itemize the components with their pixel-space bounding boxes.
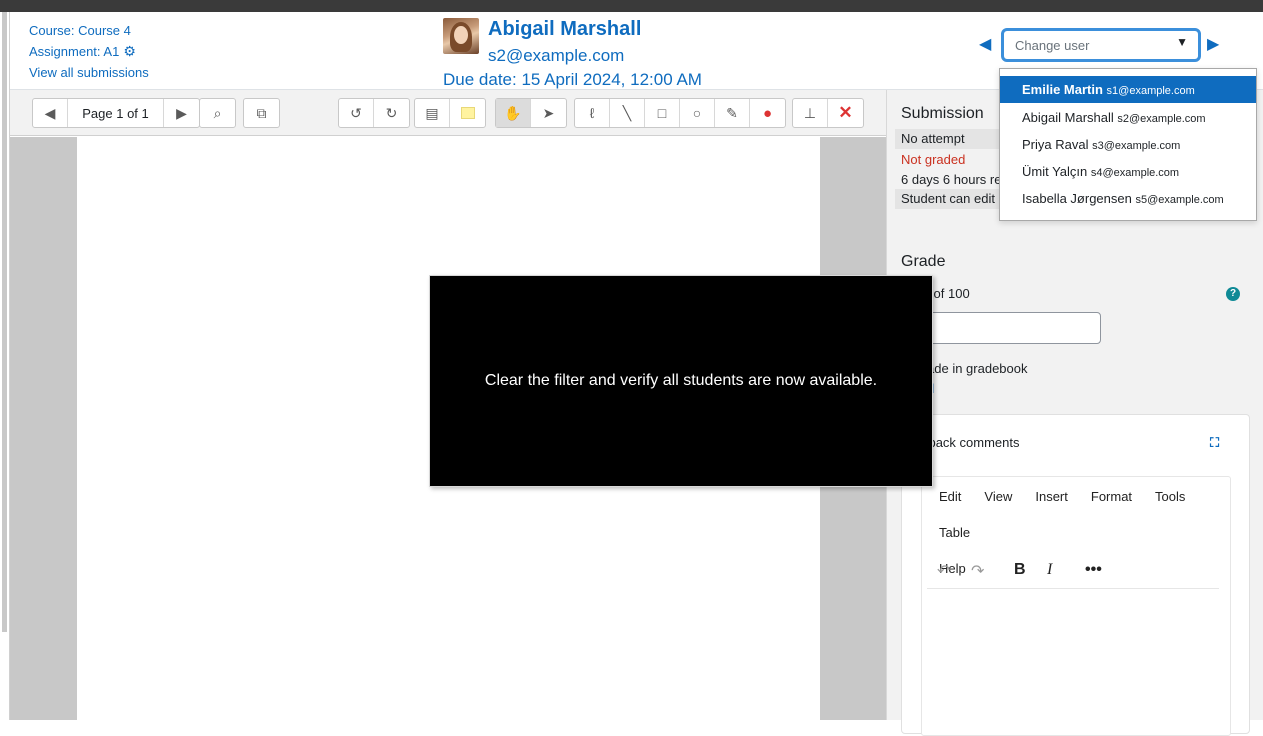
select-tools-group: ✋ ➤ [495, 98, 567, 128]
change-user-dropdown[interactable]: Emilie Martin s1@example.com Abigail Mar… [999, 68, 1257, 221]
change-user-placeholder: Change user [1015, 38, 1090, 53]
annotation-toolbar: ◀ Page 1 of 1 ▶ ⌕ ⧉ ↺ ↻ ▤ ✋ ➤ ℓ ╲ □ ○ ✎ … [10, 90, 886, 136]
line-icon[interactable]: ╲ [610, 99, 645, 127]
user-email[interactable]: s2@example.com [488, 46, 624, 66]
help-icon[interactable]: ? [1226, 287, 1240, 301]
scrollbar-track[interactable] [2, 12, 7, 632]
menu-edit[interactable]: Edit [939, 489, 961, 504]
fullscreen-icon[interactable]: ⛶ [1210, 435, 1219, 451]
page-navigation: ◀ Page 1 of 1 ▶ [32, 98, 200, 128]
stamp-icon[interactable]: ⊥ [793, 99, 828, 127]
course-link[interactable]: Course: Course 4 [29, 20, 149, 41]
italic-icon[interactable]: I [1047, 561, 1052, 579]
next-page-button[interactable]: ▶ [164, 99, 199, 127]
due-date: Due date: 15 April 2024, 12:00 AM [443, 70, 702, 89]
user-option-1[interactable]: Emilie Martin s1@example.com [1000, 76, 1256, 103]
menu-tools[interactable]: Tools [1155, 489, 1185, 504]
view-all-submissions-link[interactable]: View all submissions [29, 62, 149, 83]
rich-text-editor[interactable]: Edit View Insert Format ToolsTable Help ↶ ↷ B… [921, 476, 1231, 736]
expand-icon[interactable]: ⧉ [244, 99, 279, 127]
avatar [443, 18, 479, 54]
user-option-name: Isabella Jørgensen [1022, 191, 1132, 206]
user-option-email: s5@example.com [1135, 194, 1224, 206]
undo-icon[interactable]: ↶ [937, 561, 950, 581]
rotate-group: ↺ ↻ [338, 98, 410, 128]
yellow-swatch-icon [460, 107, 475, 119]
stamp-group: ⊥ ✕ [792, 98, 864, 128]
draw-tools-group: ℓ ╲ □ ○ ✎ ● [574, 98, 786, 128]
user-option-name: Emilie Martin [1022, 82, 1103, 97]
menu-insert[interactable]: Insert [1035, 489, 1068, 504]
instruction-text: Clear the filter and verify all students… [484, 372, 878, 389]
expand-group: ⧉ [243, 98, 280, 128]
select-pointer-icon[interactable]: ➤ [531, 99, 566, 127]
menu-table[interactable]: Table [939, 525, 970, 540]
menu-view[interactable]: View [984, 489, 1012, 504]
submission-heading: Submission [901, 105, 984, 122]
search-comments-icon[interactable]: ⌕ [200, 99, 235, 127]
previous-user-icon[interactable]: ◀ [979, 34, 991, 54]
user-option-email: s1@example.com [1106, 85, 1195, 97]
user-option-3[interactable]: Priya Raval s3@example.com [1000, 131, 1256, 158]
chevron-down-icon[interactable]: ▼ [1176, 35, 1188, 49]
pen-icon[interactable]: ℓ [575, 99, 610, 127]
comment-icon[interactable]: ▤ [415, 99, 450, 127]
oval-icon[interactable]: ○ [680, 99, 715, 127]
rectangle-icon[interactable]: □ [645, 99, 680, 127]
time-remaining: 6 days 6 hours re [901, 172, 1002, 187]
pan-hand-icon[interactable]: ✋ [496, 99, 531, 127]
user-name[interactable]: Abigail Marshall [488, 18, 641, 41]
user-option-name: Ümit Yalçın [1022, 164, 1088, 179]
rotate-right-icon[interactable]: ↻ [374, 99, 409, 127]
more-icon[interactable]: ••• [1085, 561, 1102, 579]
breadcrumb: Course: Course 4 Assignment: A1 ⚙ View al… [29, 20, 149, 83]
menu-format[interactable]: Format [1091, 489, 1132, 504]
gear-icon[interactable]: ⚙ [123, 41, 136, 62]
previous-page-button[interactable]: ◀ [33, 99, 68, 127]
redo-icon[interactable]: ↷ [971, 561, 984, 581]
user-option-5[interactable]: Isabella Jørgensen s5@example.com [1000, 185, 1256, 212]
bold-icon[interactable]: B [1014, 561, 1026, 579]
feedback-comments-card: edback comments ⛶ Edit View Insert Format To… [901, 414, 1250, 736]
user-option-name: Priya Raval [1022, 137, 1089, 152]
user-option-name: Abigail Marshall [1022, 110, 1114, 125]
next-user-icon[interactable]: ▶ [1207, 34, 1219, 54]
editor-toolbar: ↶ ↷ B I ••• [927, 557, 1219, 589]
change-user-input[interactable]: Change user ▼ [1001, 28, 1201, 62]
annotation-colour-icon[interactable]: ● [750, 99, 785, 127]
left-scrollbar[interactable] [0, 12, 10, 720]
user-option-4[interactable]: Ümit Yalçın s4@example.com [1000, 158, 1256, 185]
grade-heading: Grade [901, 253, 946, 270]
comment-group: ▤ [414, 98, 486, 128]
window-top-bar [0, 0, 1263, 12]
user-option-email: s2@example.com [1117, 113, 1206, 125]
page-label[interactable]: Page 1 of 1 [68, 99, 164, 127]
assignment-link[interactable]: Assignment: A1 ⚙ [29, 41, 149, 62]
instruction-overlay: Clear the filter and verify all students… [429, 275, 933, 487]
user-option-email: s4@example.com [1090, 167, 1180, 179]
user-option-2[interactable]: Abigail Marshall s2@example.com [1000, 104, 1256, 131]
grading-status: Not graded [901, 152, 966, 167]
delete-icon[interactable]: ✕ [828, 99, 863, 127]
assignment-link-label[interactable]: Assignment: A1 [29, 44, 119, 59]
user-option-email: s3@example.com [1092, 140, 1181, 152]
highlight-icon[interactable]: ✎ [715, 99, 750, 127]
search-comments-group: ⌕ [199, 98, 236, 128]
rotate-left-icon[interactable]: ↺ [339, 99, 374, 127]
comment-colour-button[interactable] [450, 99, 485, 127]
